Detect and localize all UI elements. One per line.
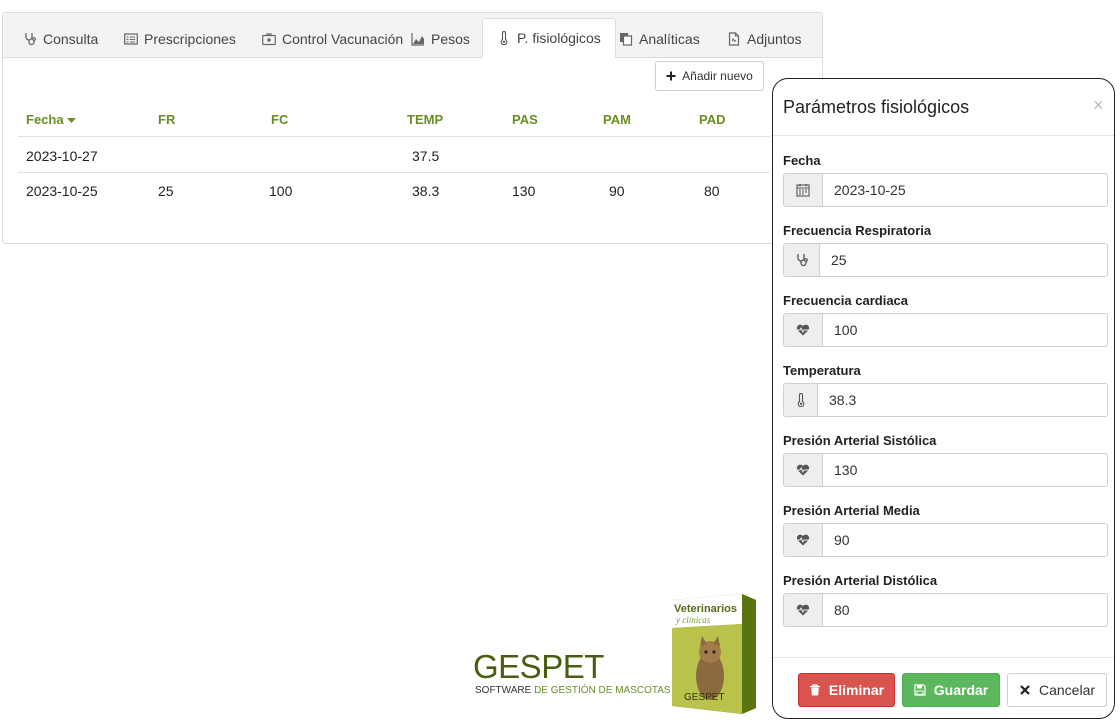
temperatura-input-group (783, 383, 1108, 417)
column-header-pad[interactable]: PAD (699, 112, 725, 127)
copy-icon (620, 32, 633, 46)
cell-fc: 100 (269, 183, 293, 199)
cell-fr: 25 (158, 183, 174, 199)
heartbeat-icon (784, 524, 823, 556)
pam-input-group (783, 523, 1108, 557)
presion-media-input[interactable] (823, 524, 1107, 556)
cell-pam: 90 (609, 183, 625, 199)
label-fecha: Fecha (783, 153, 821, 168)
table-header-divider (18, 136, 770, 137)
label-frecuencia-cardiaca: Frecuencia cardiaca (783, 293, 909, 308)
tab-p-fisiologicos[interactable]: P. fisiológicos (482, 18, 616, 58)
column-header-pam[interactable]: PAM (603, 112, 631, 127)
modal-header-divider (773, 135, 1114, 136)
cell-pad: 80 (704, 183, 720, 199)
svg-text:y clínicas: y clínicas (675, 615, 711, 625)
label-temperatura: Temperatura (783, 363, 861, 378)
fecha-input[interactable] (823, 174, 1107, 206)
label-presion-sistolica: Presión Arterial Sistólica (783, 433, 937, 448)
sort-desc-icon (66, 117, 76, 123)
cell-fecha: 2023-10-27 (26, 148, 98, 164)
presion-sistolica-input[interactable] (823, 454, 1107, 486)
column-header-fr[interactable]: FR (158, 112, 175, 127)
frecuencia-cardiaca-input[interactable] (823, 314, 1107, 346)
main-panel: Consulta Prescripciones Control Vacunaci… (2, 12, 823, 244)
heartbeat-icon (784, 454, 823, 486)
label-presion-distolica: Presión Arterial Distólica (783, 573, 938, 588)
plus-icon (666, 71, 676, 81)
cell-pas: 130 (512, 183, 536, 199)
trash-icon (809, 684, 820, 696)
fc-input-group (783, 313, 1108, 347)
cell-temp: 37.5 (412, 148, 440, 164)
physiological-params-modal: Parámetros fisiológicos × Fecha Frecuenc… (772, 78, 1115, 719)
presion-distolica-input[interactable] (823, 594, 1107, 626)
svg-text:GESPET: GESPET (684, 692, 725, 703)
tab-label: P. fisiológicos (517, 30, 601, 46)
add-new-label: Añadir nuevo (682, 69, 753, 83)
product-box-image: Veterinarios y clínicas GESPET (672, 594, 756, 714)
save-button[interactable]: Guardar (902, 673, 1000, 707)
tab-adjuntos[interactable]: Adjuntos (727, 19, 801, 58)
floppy-disk-icon (914, 684, 926, 696)
thermometer-icon (784, 384, 818, 416)
tab-label: Control Vacunación (282, 30, 404, 47)
frecuencia-respiratoria-input[interactable] (820, 244, 1107, 276)
label-frecuencia-respiratoria: Frecuencia Respiratoria (783, 223, 932, 238)
tab-label: Adjuntos (747, 30, 802, 47)
heartbeat-icon (784, 314, 823, 346)
close-icon[interactable]: × (1093, 95, 1104, 116)
add-new-button[interactable]: Añadir nuevo (655, 61, 764, 91)
stethoscope-icon (784, 244, 820, 276)
tab-label: Pesos (431, 30, 470, 47)
tab-pesos[interactable]: Pesos (411, 19, 470, 58)
fecha-input-group (783, 173, 1108, 207)
pas-input-group (783, 453, 1108, 487)
logo-subtitle: SOFTWARE DE GESTIÓN DE MASCOTAS (475, 685, 671, 696)
tab-consulta[interactable]: Consulta (23, 19, 98, 58)
cell-temp: 38.3 (412, 183, 440, 199)
column-header-fecha[interactable]: Fecha (26, 112, 76, 127)
pad-input-group (783, 593, 1108, 627)
tab-prescripciones[interactable]: Prescripciones (124, 19, 236, 58)
calendar-icon[interactable] (784, 174, 823, 206)
temperatura-input[interactable] (818, 384, 1107, 416)
tab-control-vacunacion[interactable]: Control Vacunación (262, 19, 403, 58)
fr-input-group (783, 243, 1108, 277)
tab-bar: Consulta Prescripciones Control Vacunaci… (3, 13, 822, 58)
medkit-icon (262, 32, 276, 45)
modal-title: Parámetros fisiológicos (783, 97, 970, 117)
cell-fecha: 2023-10-25 (26, 183, 98, 199)
thermometer-icon (500, 31, 508, 45)
cancel-button[interactable]: Cancelar (1007, 673, 1107, 707)
tab-analiticas[interactable]: Analíticas (619, 19, 700, 58)
times-icon (1020, 685, 1030, 695)
svg-text:Veterinarios: Veterinarios (674, 603, 737, 615)
heartbeat-icon (784, 594, 823, 626)
column-header-fc[interactable]: FC (271, 112, 288, 127)
stethoscope-icon (25, 32, 36, 45)
label-presion-media: Presión Arterial Media (783, 503, 920, 518)
row-divider (18, 172, 770, 173)
modal-footer-divider (773, 657, 1114, 658)
column-header-temp[interactable]: TEMP (407, 112, 443, 127)
delete-button[interactable]: Eliminar (798, 673, 895, 707)
tab-label: Analíticas (639, 30, 700, 47)
list-alt-icon (124, 32, 138, 45)
column-header-pas[interactable]: PAS (512, 112, 538, 127)
gespet-logo: GESPET (473, 648, 604, 685)
tab-label: Prescripciones (144, 30, 236, 47)
file-icon (728, 31, 740, 46)
area-chart-icon (411, 32, 424, 46)
tab-label: Consulta (43, 30, 99, 47)
